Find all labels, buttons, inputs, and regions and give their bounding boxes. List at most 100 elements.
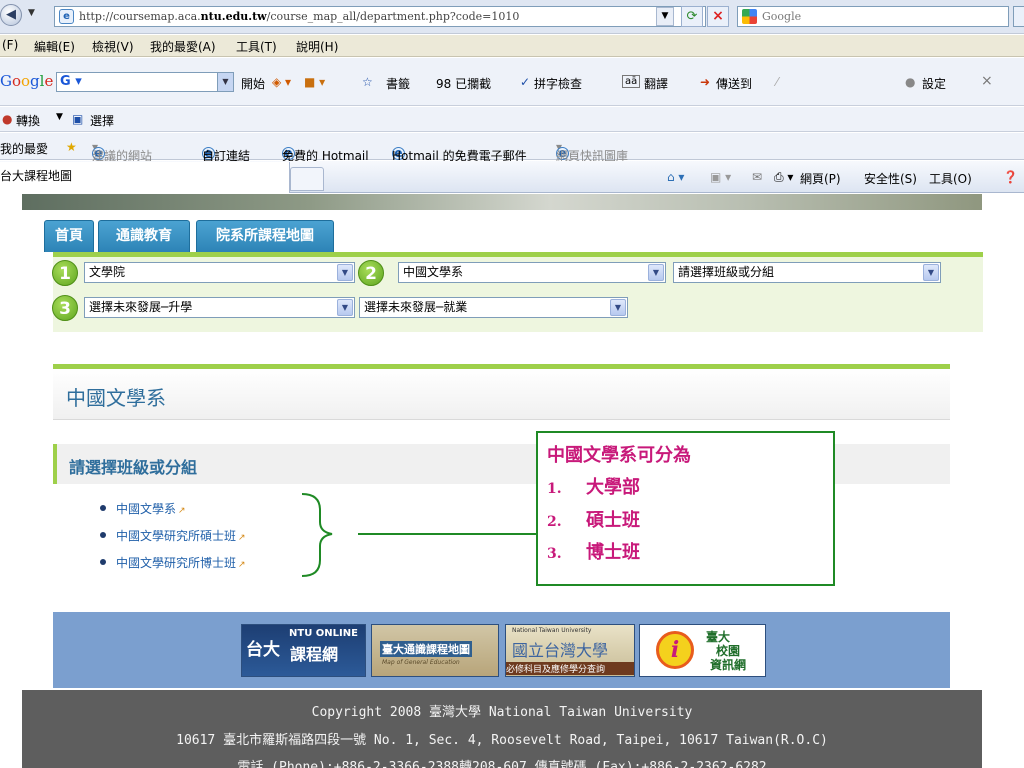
ntu-online-course-link[interactable]: 台大 NTU ONLINE 課程網: [241, 624, 366, 677]
favorites-bar: 我的最愛 ★ e建議的網站 ▾ e自訂連結 e免費的 Hotmail eHotm…: [0, 133, 1024, 163]
department-link-doctoral[interactable]: 中國文學研究所博士班: [116, 556, 236, 570]
web-slice-gallery-link[interactable]: e網頁快訊圖庫 ▾: [556, 140, 628, 163]
tab-bar: 台大課程地圖 ⌂ ▾ ▣ ▾ ✉ ⎙ ▾ 網頁(P) 安全性(S) 工具(O) …: [0, 161, 1024, 193]
ntu-campus-info-link[interactable]: i 臺大 校園 資訊網: [639, 624, 766, 677]
favorites-label[interactable]: 我的最愛: [0, 140, 48, 157]
convert-icon: ●: [2, 112, 13, 126]
suggested-sites-link[interactable]: e建議的網站 ▾: [92, 140, 152, 163]
popup-blocked-button[interactable]: 98 已攔截: [436, 75, 491, 92]
star-icon[interactable]: ☆: [362, 75, 373, 89]
annotation-item: 1. 大學部: [547, 477, 640, 498]
settings-icon: ●: [905, 75, 916, 89]
google-start-button[interactable]: 開始: [241, 75, 265, 92]
search-input[interactable]: Google: [737, 6, 1009, 27]
footer-link-banners: 台大 NTU ONLINE 課程網 臺大通識課程地圖 Map of Genera…: [53, 612, 950, 688]
help-icon[interactable]: ❓: [1003, 170, 1018, 184]
external-link-icon: ↗: [238, 533, 246, 543]
chevron-down-icon[interactable]: ▼: [648, 264, 664, 281]
annotation-item: 2. 碩士班: [547, 510, 640, 531]
google-extras-icon[interactable]: ◈ ▾: [272, 75, 291, 89]
safety-menu[interactable]: 安全性(S): [864, 170, 917, 187]
search-button[interactable]: [1013, 6, 1024, 27]
menu-favorites[interactable]: 我的最愛(A): [150, 38, 216, 55]
future-career-select[interactable]: 選擇未來發展─就業 ▼: [359, 297, 628, 318]
footer-address: 10617 臺北市羅斯福路四段一號 No. 1, Sec. 4, Rooseve…: [176, 733, 828, 748]
translate-icon: aā: [622, 75, 641, 88]
menu-help[interactable]: 說明(H): [296, 38, 338, 55]
google-toolbar: Google G ▾ ▼ 開始 ◈ ▾ ■ ▾ ☆ 書籤 98 已攔截 ✓ 拼字檢…: [0, 58, 1024, 106]
pdf-convert-bar: ● 轉換 ▼ ▣ 選擇: [0, 107, 1024, 132]
chevron-down-icon[interactable]: ▼: [56, 112, 63, 122]
general-education-map-link[interactable]: 臺大通識課程地圖 Map of General Education: [371, 624, 499, 677]
class-select-heading: 請選擇班級或分組: [69, 458, 198, 477]
department-select[interactable]: 中國文學系 ▼: [398, 262, 666, 283]
chevron-down-icon[interactable]: ▼: [923, 264, 939, 281]
menu-bar: (F) 編輯(E) 檢視(V) 我的最愛(A) 工具(T) 說明(H): [0, 35, 1024, 57]
tab-ntu-course-map[interactable]: 台大課程地圖: [0, 162, 290, 193]
print-icon[interactable]: ⎙ ▾: [774, 170, 793, 185]
department-title-box: 中國文學系: [53, 364, 950, 420]
translate-button[interactable]: 翻譯: [644, 75, 668, 92]
google-logo: Google: [0, 72, 54, 90]
step-2-badge: 2: [358, 260, 384, 286]
menu-edit[interactable]: 編輯(E): [34, 38, 75, 55]
annotation-item: 3. 博士班: [547, 542, 640, 563]
new-tab-button[interactable]: [290, 167, 324, 191]
footer-phone: 電話 (Phone):+886-2-3366-2388轉208-607 傳真號碼…: [237, 760, 767, 768]
page-title: 中國文學系: [66, 386, 166, 410]
department-link-undergrad[interactable]: 中國文學系: [116, 502, 176, 516]
feeds-icon[interactable]: ▣ ▾: [710, 170, 731, 184]
google-search-field[interactable]: G ▾ ▼: [56, 72, 234, 92]
course-selector-panel: 1 文學院 ▼ 2 中國文學系 ▼ 請選擇班級或分組 ▼ 3 選擇未來發展─升學 ▼ 選…: [52, 252, 983, 332]
highlight-icon[interactable]: ⁄: [776, 75, 778, 89]
department-link-masters[interactable]: 中國文學研究所碩士班: [116, 529, 236, 543]
external-link-icon: ↗: [178, 506, 186, 516]
department-link-list: 中國文學系 ↗ 中國文學研究所碩士班 ↗ 中國文學研究所博士班 ↗: [100, 500, 246, 581]
stop-icon[interactable]: ×: [707, 6, 729, 27]
google-share-icon[interactable]: ■ ▾: [304, 75, 325, 89]
tab-department-course-map[interactable]: 院系所課程地圖: [196, 220, 334, 252]
info-icon: i: [656, 631, 694, 669]
select-button[interactable]: 選擇: [90, 112, 114, 129]
external-link-icon: ↗: [238, 560, 246, 570]
home-icon[interactable]: ⌂ ▾: [667, 170, 684, 184]
list-item: 中國文學研究所博士班 ↗: [100, 554, 246, 581]
add-favorite-icon[interactable]: ★: [66, 140, 77, 154]
refresh-icon[interactable]: ⟳: [681, 6, 703, 27]
future-study-select[interactable]: 選擇未來發展─升學 ▼: [84, 297, 355, 318]
chevron-down-icon[interactable]: ▼: [217, 73, 233, 91]
footer-copyright: Copyright 2008 臺灣大學 National Taiwan Univ…: [311, 705, 693, 720]
menu-file[interactable]: (F): [2, 38, 18, 52]
menu-view[interactable]: 檢視(V): [92, 38, 134, 55]
step-1-badge: 1: [52, 260, 78, 286]
menu-tools[interactable]: 工具(T): [236, 38, 277, 55]
google-search-icon: [742, 9, 757, 24]
chevron-down-icon[interactable]: ▼: [610, 299, 626, 316]
college-select[interactable]: 文學院 ▼: [84, 262, 355, 283]
tab-home[interactable]: 首頁: [44, 220, 94, 252]
tab-general-education[interactable]: 通識教育: [98, 220, 190, 252]
step-3-badge: 3: [52, 295, 78, 321]
address-bar[interactable]: e http://coursemap.aca.ntu.edu.tw/course_…: [54, 6, 706, 27]
google-toolbar-close-icon[interactable]: ×: [981, 73, 993, 89]
spellcheck-icon: ✓: [520, 75, 531, 89]
ntu-required-credits-link[interactable]: National Taiwan University 國立台灣大學 必修科目及應…: [505, 624, 635, 677]
tools-menu[interactable]: 工具(O): [929, 170, 972, 187]
mail-icon[interactable]: ✉: [752, 170, 762, 184]
site-footer: Copyright 2008 臺灣大學 National Taiwan Univ…: [22, 690, 982, 768]
class-group-select[interactable]: 請選擇班級或分組 ▼: [673, 262, 941, 283]
google-bookmarks-button[interactable]: 書籤: [386, 75, 410, 92]
page-menu[interactable]: 網頁(P): [800, 170, 841, 187]
chevron-down-icon[interactable]: ▼: [337, 264, 353, 281]
ie-page-icon: e: [59, 9, 74, 24]
send-to-icon: ➜: [700, 75, 711, 89]
address-dropdown-icon[interactable]: ▼: [656, 7, 674, 26]
annotation-box: 中國文學系可分為 1. 大學部 2. 碩士班 3. 博士班: [536, 431, 835, 586]
back-arrow-icon[interactable]: ◀: [0, 4, 22, 26]
history-dropdown-icon[interactable]: ▼: [28, 8, 35, 18]
google-settings-button[interactable]: 設定: [922, 75, 946, 92]
convert-button[interactable]: 轉換: [16, 112, 40, 129]
chevron-down-icon[interactable]: ▼: [337, 299, 353, 316]
spellcheck-button[interactable]: 拼字檢查: [534, 75, 582, 92]
send-to-button[interactable]: 傳送到: [716, 75, 752, 92]
